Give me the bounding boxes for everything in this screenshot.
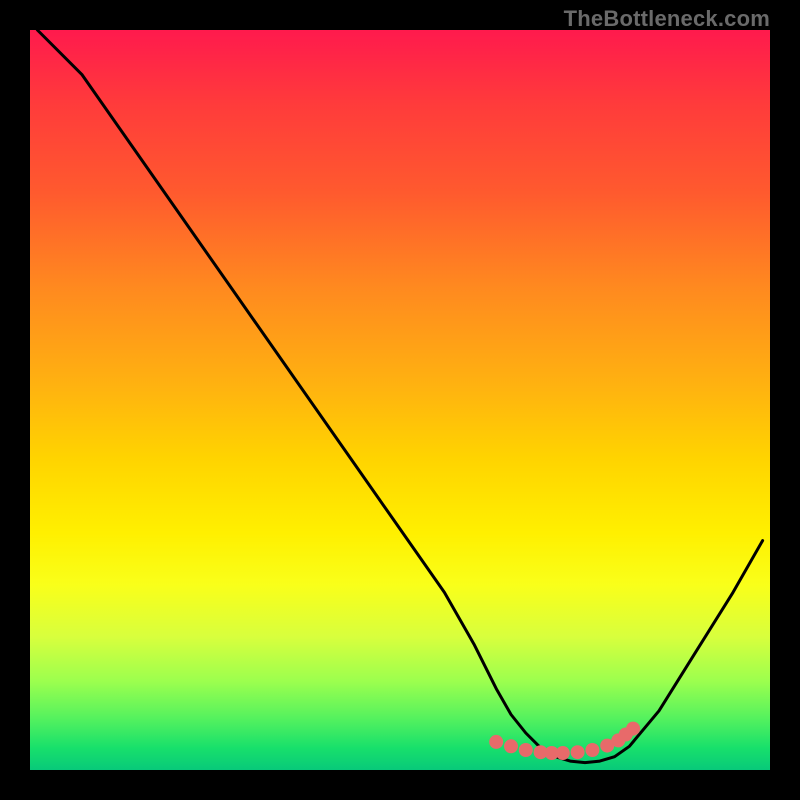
optimal-dot bbox=[519, 743, 533, 757]
optimal-dot bbox=[626, 722, 640, 736]
chart-frame: TheBottleneck.com bbox=[0, 0, 800, 800]
optimal-dot bbox=[504, 739, 518, 753]
chart-svg bbox=[30, 30, 770, 770]
optimal-dot bbox=[556, 746, 570, 760]
bottleneck-curve bbox=[37, 30, 762, 763]
optimal-dot bbox=[489, 735, 503, 749]
plot-area bbox=[30, 30, 770, 770]
optimal-dot bbox=[585, 743, 599, 757]
optimal-dot bbox=[571, 745, 585, 759]
watermark-text: TheBottleneck.com bbox=[564, 6, 770, 32]
